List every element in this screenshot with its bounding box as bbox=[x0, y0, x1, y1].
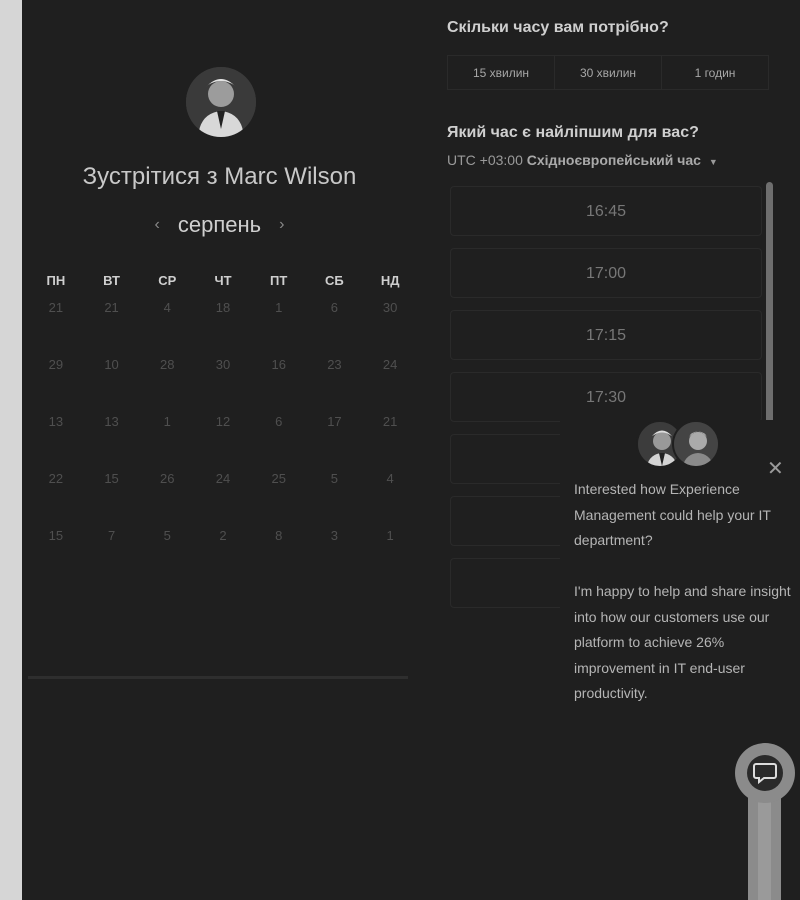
time-question: Який час є найліпшим для вас? bbox=[447, 124, 699, 141]
calendar-day: 1 bbox=[386, 528, 394, 543]
chat-agent-avatars bbox=[636, 420, 720, 470]
page-edge bbox=[0, 0, 22, 900]
chat-bubble-icon bbox=[747, 755, 783, 791]
chat-popup: ✕ Interested how Experience Management c… bbox=[560, 420, 800, 710]
weekday-label: ВТ bbox=[103, 273, 120, 288]
duration-question: Скільки часу вам потрібно? bbox=[447, 19, 669, 36]
host-avatar bbox=[186, 67, 256, 137]
calendar-day: 3 bbox=[330, 528, 339, 543]
weekday-label: СР bbox=[158, 273, 177, 288]
calendar-day: 4 bbox=[163, 300, 171, 315]
month-label: серпень bbox=[177, 212, 262, 237]
weekday-label: ЧТ bbox=[214, 273, 232, 288]
calendar-day: 25 bbox=[271, 471, 286, 486]
slot-list-scrollbar[interactable] bbox=[766, 182, 773, 444]
calendar-day: 23 bbox=[327, 357, 342, 372]
month-navigation: ‹ серпень › bbox=[22, 212, 417, 238]
calendar-day: 26 bbox=[160, 471, 175, 486]
calendar-day: 22 bbox=[48, 471, 64, 486]
calendar-week: 22 15 26 24 25 5 4 bbox=[28, 466, 418, 523]
calendar-day: 30 bbox=[382, 300, 398, 315]
timezone-selector[interactable]: UTC +03:00 Східноєвропейський час ▼ bbox=[447, 152, 718, 168]
weekday-label: ПТ bbox=[270, 273, 288, 288]
caret-down-icon: ▼ bbox=[708, 157, 718, 167]
launcher-tail bbox=[748, 795, 781, 900]
calendar-day: 15 bbox=[104, 471, 119, 486]
chat-message: Interested how Experience Management cou… bbox=[574, 477, 794, 732]
calendar-day: 28 bbox=[160, 357, 175, 372]
time-slot[interactable]: 17:30 bbox=[450, 372, 762, 422]
calendar-day: 12 bbox=[215, 414, 231, 429]
timezone-offset: UTC +03:00 bbox=[447, 152, 523, 168]
calendar-day: 21 bbox=[382, 414, 398, 429]
calendar-day: 8 bbox=[275, 528, 283, 543]
calendar-day: 18 bbox=[215, 300, 231, 315]
calendar-day: 5 bbox=[163, 528, 171, 543]
agent-avatar bbox=[672, 420, 720, 468]
calendar-day: 13 bbox=[48, 414, 64, 429]
calendar-day: 10 bbox=[104, 357, 119, 372]
calendar-week: 29 10 28 30 16 23 24 bbox=[28, 352, 418, 409]
calendar-day: 5 bbox=[330, 471, 339, 486]
calendar-day: 1 bbox=[163, 414, 171, 429]
calendar-panel: Зустрітися з Marc Wilson ‹ серпень › ПН … bbox=[22, 0, 417, 900]
time-slot[interactable]: 17:15 bbox=[450, 310, 762, 360]
weekday-header: ПН ВТ СР ЧТ ПТ СБ НД bbox=[28, 273, 418, 295]
duration-option-60[interactable]: 1 годин bbox=[661, 56, 769, 89]
calendar-day: 1 bbox=[275, 300, 283, 315]
weekday-label: ПН bbox=[46, 273, 66, 288]
chevron-right-icon[interactable]: › bbox=[275, 216, 288, 234]
chat-paragraph: Interested how Experience Management cou… bbox=[574, 481, 771, 548]
panel-divider bbox=[28, 676, 408, 679]
meeting-title: Зустрітися з Marc Wilson bbox=[82, 163, 357, 190]
calendar-grid: ПН ВТ СР ЧТ ПТ СБ НД 21 21 4 18 1 6 30 2… bbox=[28, 273, 418, 580]
weekday-label: НД bbox=[380, 273, 400, 288]
chat-launcher-button[interactable] bbox=[735, 743, 795, 803]
calendar-day: 30 bbox=[215, 357, 231, 372]
time-slot[interactable]: 16:45 bbox=[450, 186, 762, 236]
calendar-day: 29 bbox=[48, 357, 64, 372]
duration-option-15[interactable]: 15 хвилин bbox=[447, 56, 554, 89]
calendar-day: 21 bbox=[104, 300, 119, 315]
timezone-name: Східноєвропейський час bbox=[526, 152, 701, 168]
calendar-day: 16 bbox=[271, 357, 286, 372]
calendar-day: 6 bbox=[275, 414, 283, 429]
chat-paragraph: I'm happy to help and share insight into… bbox=[574, 583, 791, 701]
duration-selector: 15 хвилин 30 хвилин 1 годин bbox=[447, 55, 769, 90]
calendar-day: 13 bbox=[104, 414, 119, 429]
calendar-day: 15 bbox=[48, 528, 64, 543]
time-slot[interactable]: 17:00 bbox=[450, 248, 762, 298]
duration-option-30[interactable]: 30 хвилин bbox=[554, 56, 661, 89]
chevron-left-icon[interactable]: ‹ bbox=[151, 216, 164, 234]
calendar-day: 2 bbox=[219, 528, 227, 543]
calendar-week: 15 7 5 2 8 3 1 bbox=[28, 523, 418, 580]
calendar-day: 24 bbox=[382, 357, 398, 372]
weekday-label: СБ bbox=[325, 273, 344, 288]
calendar-day: 21 bbox=[48, 300, 64, 315]
calendar-week: 21 21 4 18 1 6 30 bbox=[28, 295, 418, 352]
calendar-day: 4 bbox=[386, 471, 394, 486]
calendar-day: 24 bbox=[215, 471, 231, 486]
calendar-day: 6 bbox=[330, 300, 339, 315]
calendar-day: 7 bbox=[107, 528, 116, 543]
calendar-week: 13 13 1 12 6 17 21 bbox=[28, 409, 418, 466]
calendar-day: 17 bbox=[327, 414, 342, 429]
